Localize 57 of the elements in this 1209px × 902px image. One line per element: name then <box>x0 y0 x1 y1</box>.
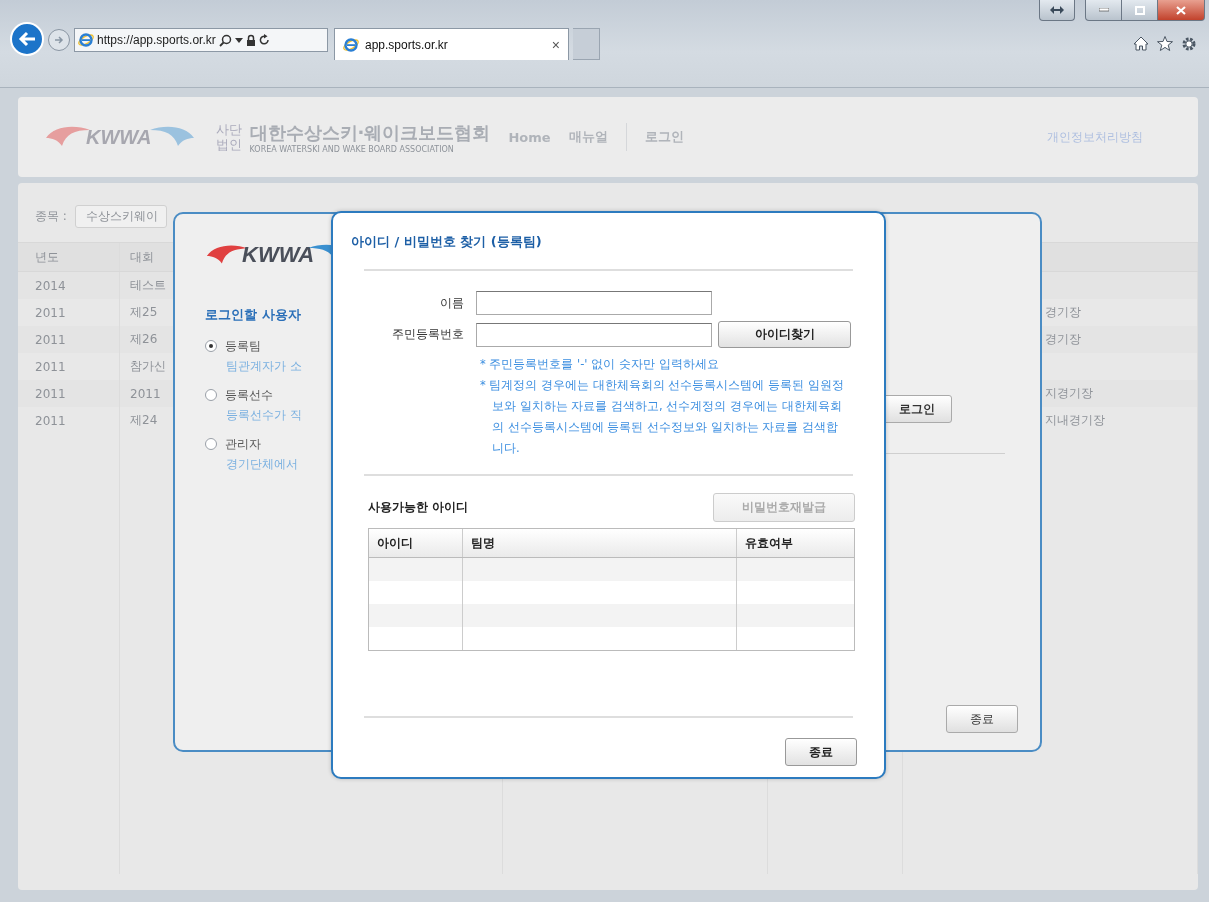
option-description: 팀관계자가 소 <box>226 358 303 375</box>
option-description: 등록선수가 직 <box>226 407 303 424</box>
input-field[interactable] <box>476 322 712 347</box>
user-type-prompt: 로그인할 사용자 <box>205 306 302 324</box>
search-icon <box>218 33 232 47</box>
home-icon[interactable] <box>1133 36 1149 51</box>
logo-text: KWWA <box>242 242 315 268</box>
close-button[interactable] <box>1158 0 1205 21</box>
settings-icon[interactable] <box>1181 36 1197 52</box>
column-header: 아이디 <box>369 529 463 557</box>
back-button[interactable] <box>10 22 44 56</box>
close-button[interactable]: 종료 <box>946 705 1018 733</box>
table-cell: 2014 <box>18 272 120 299</box>
tab-close-button[interactable]: × <box>551 36 560 53</box>
lock-icon <box>245 34 256 46</box>
right-arrow-icon <box>54 35 64 45</box>
browser-tab[interactable]: app.sports.or.kr × <box>334 28 569 60</box>
find-id-button[interactable]: 아이디찾기 <box>718 321 851 348</box>
section-title: 사용가능한 아이디 <box>368 499 469 516</box>
org-type-text: 법인 <box>215 137 242 152</box>
radio-button[interactable] <box>205 438 217 450</box>
browser-logo-icon <box>78 32 94 48</box>
option-label[interactable]: 등록선수 <box>225 386 273 404</box>
radio-button[interactable] <box>205 389 217 401</box>
star-icon[interactable] <box>1157 36 1173 51</box>
close-button[interactable]: 종료 <box>785 738 857 766</box>
minimize-icon <box>1098 8 1109 12</box>
close-icon <box>1176 5 1186 15</box>
minimize-button[interactable] <box>1085 0 1122 21</box>
arrows-icon <box>1050 6 1064 14</box>
caret-icon <box>234 37 243 43</box>
input-field[interactable] <box>476 291 712 315</box>
option-label[interactable]: 등록팀 <box>225 337 261 355</box>
address-bar[interactable]: https://app.sports.or.kr <box>74 28 328 52</box>
column-header: 유효여부 <box>744 534 794 552</box>
tab-title: app.sports.or.kr <box>365 37 449 52</box>
logo-text: KWWA <box>86 125 152 149</box>
refresh-icon <box>258 34 270 46</box>
option-label[interactable]: 관리자 <box>225 435 261 453</box>
org-type-text: 사단 <box>215 122 242 137</box>
field-label: 주민등록번호 <box>391 326 464 343</box>
table-cell: 2011 <box>18 380 120 407</box>
left-arrow-icon <box>18 31 36 47</box>
column-header: 팀명 <box>463 529 737 557</box>
organization-name: 대한수상스키·웨이크보드협회 <box>249 120 491 145</box>
radio-button[interactable] <box>205 340 217 352</box>
organization-english-name: KOREA WATERSKI AND WAKE BOARD ASSOCIATION <box>249 144 455 154</box>
option-description: 경기단체에서 <box>226 456 299 473</box>
column-header: 년도 <box>18 243 120 271</box>
browser-logo-icon <box>343 36 359 53</box>
maximize-icon <box>1134 5 1145 15</box>
url-text: https://app.sports.or.kr <box>97 33 216 47</box>
table-cell: 2011 <box>18 407 120 434</box>
table-cell: 2011 <box>18 326 120 353</box>
maximize-button[interactable] <box>1122 0 1158 21</box>
filter-label: 종목 : <box>35 208 67 225</box>
compatibility-view-button[interactable] <box>1039 0 1075 21</box>
